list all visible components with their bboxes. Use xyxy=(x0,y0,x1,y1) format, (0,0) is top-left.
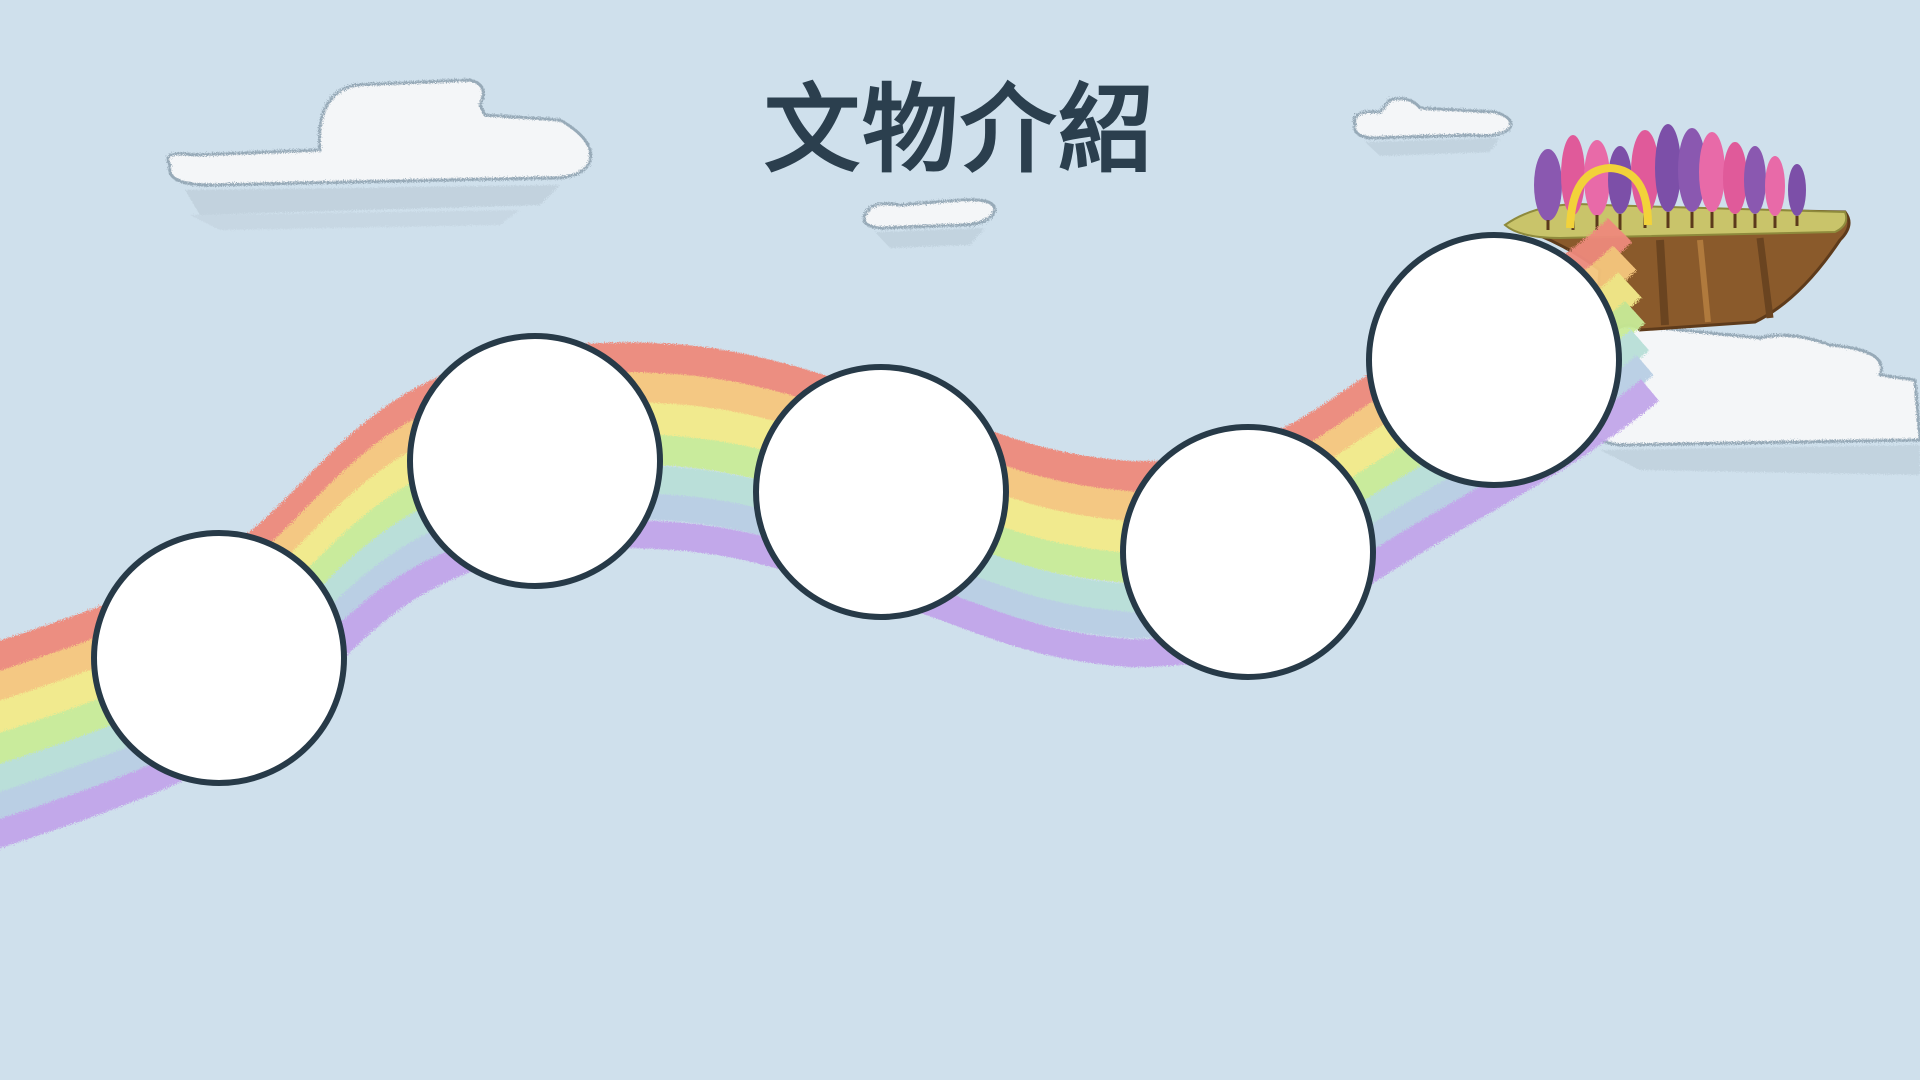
content-circle-1[interactable] xyxy=(91,530,347,786)
content-circle-2[interactable] xyxy=(407,333,663,589)
cloud-small-center xyxy=(862,198,997,248)
content-circle-5[interactable] xyxy=(1366,232,1622,488)
content-circle-4[interactable] xyxy=(1120,424,1376,680)
content-circle-3[interactable] xyxy=(753,364,1009,620)
slide-canvas: 文物介紹 xyxy=(0,0,1920,1080)
slide-title[interactable]: 文物介紹 xyxy=(0,52,1920,191)
